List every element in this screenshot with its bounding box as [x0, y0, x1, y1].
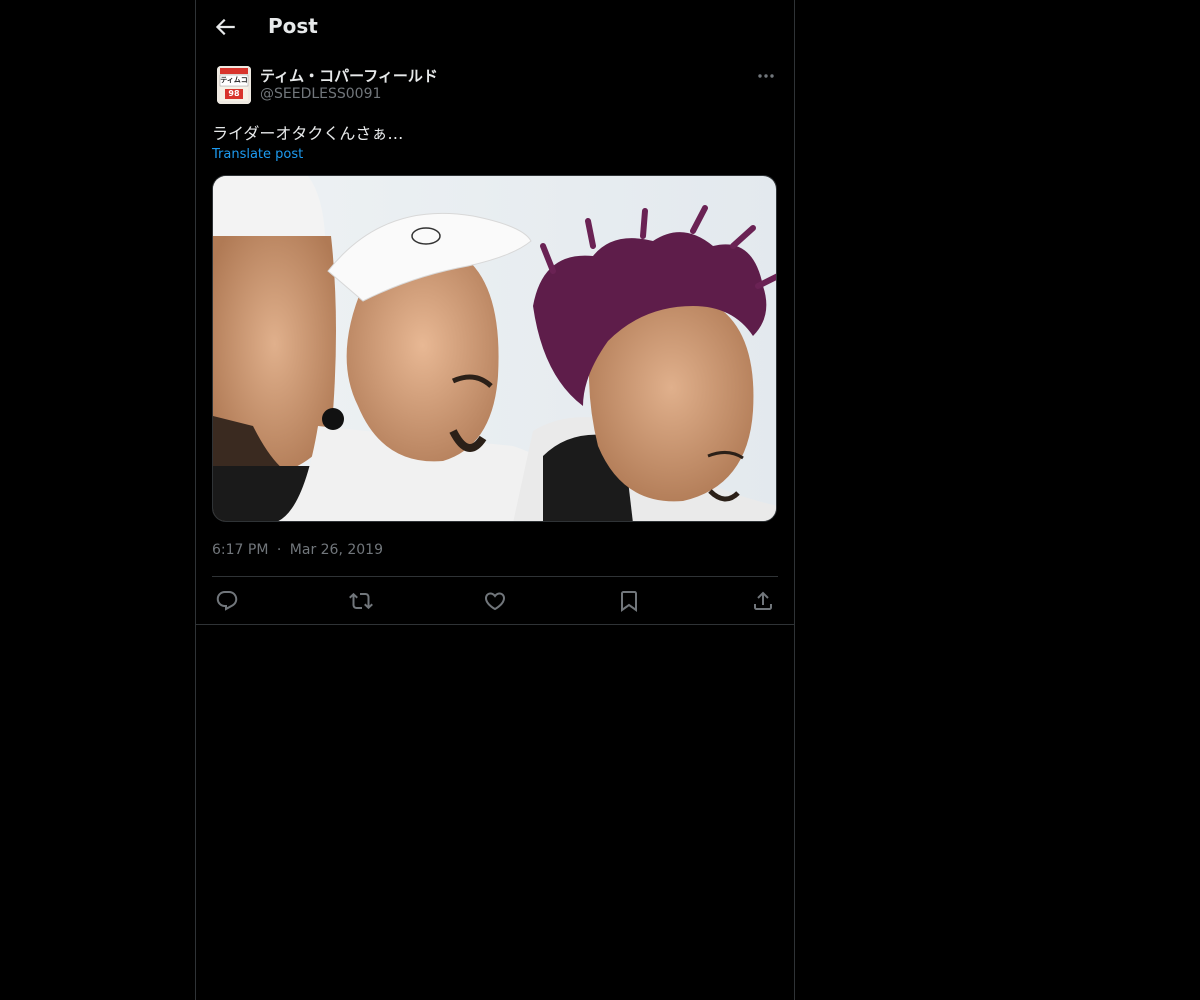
post-date: Mar 26, 2019	[289, 542, 383, 558]
page-header: Post	[196, 0, 794, 54]
back-button[interactable]	[212, 14, 238, 40]
post-text: ライダーオタクくんさぁ…	[212, 124, 404, 143]
post-bottom-border	[196, 624, 794, 625]
avatar[interactable]: ティムコ 98	[217, 66, 251, 104]
page-title: Post	[268, 14, 318, 38]
repost-icon	[349, 592, 373, 610]
reply-icon	[216, 591, 238, 611]
like-button[interactable]	[483, 589, 507, 613]
divider	[212, 576, 778, 577]
post-timestamp[interactable]: 6:17 PM · Mar 26, 2019	[212, 542, 383, 558]
primary-column: Post ティムコ 98 ティム・コパーフィールド @SEEDLESS0091 …	[195, 0, 795, 1000]
post-image[interactable]	[212, 175, 777, 522]
date-separator: ·	[276, 542, 282, 558]
share-button[interactable]	[751, 589, 775, 613]
avatar-number: 98	[228, 89, 240, 98]
share-icon	[754, 591, 772, 610]
author-handle[interactable]: @SEEDLESS0091	[260, 86, 381, 102]
post-author: ティムコ 98 ティム・コパーフィールド @SEEDLESS0091	[212, 64, 778, 108]
arrow-left-icon	[215, 18, 235, 36]
repost-button[interactable]	[349, 589, 373, 613]
bookmark-icon	[621, 591, 637, 612]
author-display-name[interactable]: ティム・コパーフィールド	[260, 65, 438, 86]
translate-post-link[interactable]: Translate post	[212, 147, 303, 162]
bookmark-button[interactable]	[617, 589, 641, 613]
reply-button[interactable]	[215, 589, 239, 613]
post-photo	[213, 176, 776, 521]
like-icon	[484, 592, 506, 611]
post-actions	[212, 587, 778, 615]
post-time: 6:17 PM	[212, 542, 269, 558]
avatar-label: ティムコ	[220, 76, 248, 84]
more-horizontal-icon	[758, 74, 774, 78]
more-options-button[interactable]	[754, 66, 778, 86]
